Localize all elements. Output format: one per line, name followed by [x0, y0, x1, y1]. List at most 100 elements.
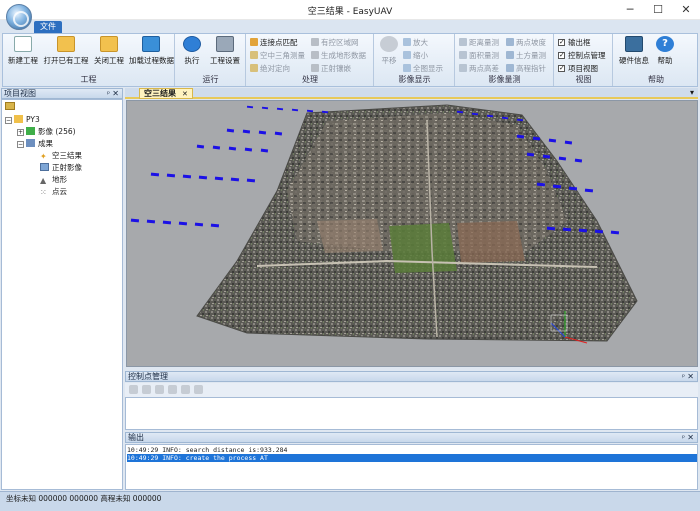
close-icon[interactable]: ✕ — [112, 89, 119, 99]
gcp-manager-header: 控制点管理 ᵖ ✕ — [125, 371, 698, 382]
import-icon[interactable] — [168, 385, 177, 394]
close-project-button[interactable]: 关闭工程 — [93, 36, 125, 70]
new-project-button[interactable]: 新建工程 — [7, 36, 39, 70]
image-set-icon — [26, 127, 35, 135]
status-bar: 坐标未知 000000 000000 高程未知 000000 — [0, 491, 700, 511]
area-icon — [459, 51, 467, 59]
chevron-down-icon[interactable]: ▾ — [690, 88, 694, 97]
slope-measure-button[interactable]: 两点坡度 — [506, 37, 546, 48]
aerial-triangulation-button[interactable]: 空中三角测量 — [250, 50, 305, 61]
output-title: 输出 — [128, 433, 144, 442]
close-icon[interactable]: ✕ — [687, 433, 694, 443]
pin-icon[interactable]: ᵖ — [682, 433, 685, 443]
export-icon[interactable] — [181, 385, 190, 394]
output-log[interactable]: 10:49:29 INFO: search distance is:933.28… — [125, 444, 698, 490]
refresh-icon[interactable] — [194, 385, 203, 394]
help-icon: ? — [656, 36, 674, 52]
distance-measure-button[interactable]: 距离量测 — [459, 37, 499, 48]
app-menu-orb-icon[interactable] — [6, 4, 32, 30]
volume-measure-button[interactable]: 土方量测 — [506, 50, 546, 61]
open-project-button[interactable]: 打开已有工程 — [43, 36, 89, 70]
zoom-out-button[interactable]: 缩小 — [403, 50, 428, 61]
full-extent-button[interactable]: 全图显示 — [403, 63, 443, 74]
point-cloud-icon: ⁙ — [40, 188, 47, 197]
gcp-toolbar — [125, 383, 698, 397]
log-line: 10:49:29 INFO: search distance is:933.28… — [127, 446, 288, 454]
volume-icon — [506, 51, 514, 59]
edit-point-icon[interactable] — [155, 385, 164, 394]
title-bar: 空三结果 - EasyUAV ─ ☐ ✕ — [0, 0, 700, 20]
pin-icon[interactable]: ᵖ — [682, 372, 685, 382]
execute-button[interactable]: 执行 — [180, 36, 204, 70]
generate-terrain-button[interactable]: 生成地形数据 — [311, 50, 366, 61]
tree-item-point-cloud[interactable]: ⁙ 点云 — [40, 186, 67, 197]
results-icon — [26, 139, 35, 147]
slope-icon — [506, 38, 514, 46]
triangle-icon — [250, 38, 258, 46]
settings-icon — [216, 36, 234, 52]
ribbon-group-view: 输出框 控制点管理 项目视图 视图 — [555, 34, 613, 86]
controlled-block-button[interactable]: 有控区域网 — [311, 37, 359, 48]
project-view-header: 项目视图 ᵖ ✕ — [1, 88, 123, 99]
output-header: 输出 ᵖ ✕ — [125, 432, 698, 443]
remove-point-icon[interactable] — [142, 385, 151, 394]
group-label-view: 视图 — [575, 75, 592, 84]
group-label-run: 运行 — [202, 75, 219, 84]
ribbon-group-process: 连接点匹配 空中三角测量 绝对定向 有控区域网 生成地形数据 正射镶嵌 处理 — [247, 34, 374, 86]
hand-icon — [380, 36, 398, 52]
absolute-orientation-button[interactable]: 绝对定向 — [250, 63, 290, 74]
elevation-pointer-button[interactable]: 高程指针 — [506, 63, 546, 74]
project-view-toggle[interactable]: 项目视图 — [558, 63, 598, 74]
project-view-title: 项目视图 — [4, 89, 36, 98]
3d-viewport[interactable] — [126, 100, 698, 367]
new-document-icon — [14, 36, 32, 52]
tab-at-result[interactable]: 空三结果 ✕ — [139, 88, 193, 99]
expand-icon[interactable]: + — [17, 129, 24, 136]
tie-point-matching-button[interactable]: 连接点匹配 — [250, 37, 298, 48]
load-process-data-button[interactable]: 加载过程数据 — [129, 36, 174, 70]
close-window-button[interactable]: ✕ — [672, 0, 700, 20]
gcp-manager-toggle[interactable]: 控制点管理 — [558, 50, 606, 61]
zoom-in-button[interactable]: 放大 — [403, 37, 428, 48]
triangle-icon — [311, 38, 319, 46]
checkbox-checked-icon — [558, 63, 565, 74]
tree-item-results[interactable]: − 成果 — [17, 138, 53, 149]
ruler-icon — [459, 38, 467, 46]
tree-item-terrain[interactable]: ▲ 地形 — [40, 174, 67, 185]
height-diff-button[interactable]: 两点高差 — [459, 63, 499, 74]
folder-toolbar-icon[interactable] — [5, 102, 15, 110]
pan-button[interactable]: 平移 — [378, 36, 400, 70]
bare-ground-area — [457, 221, 525, 263]
tree-item-root[interactable]: − PY3 — [5, 114, 40, 125]
ribbon-tab-row: 文件 — [0, 20, 700, 34]
bare-ground-area — [317, 219, 383, 253]
collapse-icon[interactable]: − — [5, 117, 12, 124]
tree-item-images[interactable]: + 影像 (256) — [17, 126, 76, 137]
ribbon-group-project: 新建工程 打开已有工程 关闭工程 加载过程数据 工程 — [3, 34, 175, 86]
window-title: 空三结果 - EasyUAV — [307, 7, 393, 17]
add-point-icon[interactable] — [129, 385, 138, 394]
output-window-toggle[interactable]: 输出框 — [558, 37, 591, 48]
tree-item-at-result[interactable]: ✦ 空三结果 — [40, 150, 82, 161]
project-settings-button[interactable]: 工程设置 — [207, 36, 243, 70]
minimize-button[interactable]: ─ — [616, 0, 644, 20]
ortho-mosaic-button[interactable]: 正射镶嵌 — [311, 63, 351, 74]
star-icon: ✦ — [40, 152, 47, 161]
close-tab-icon[interactable]: ✕ — [182, 90, 188, 98]
project-tree: − PY3 + 影像 (256) − 成果 ✦ 空三结果 正射影像 ▲ 地形 ⁙ 点云 — [1, 99, 123, 490]
close-icon[interactable]: ✕ — [687, 372, 694, 382]
pin-icon[interactable]: ᵖ — [107, 89, 110, 99]
gcp-table[interactable] — [125, 397, 698, 430]
maximize-button[interactable]: ☐ — [644, 0, 672, 20]
point-cloud-scene[interactable] — [127, 101, 698, 367]
help-button[interactable]: ? 帮助 — [654, 36, 676, 70]
zoom-in-icon — [403, 38, 411, 46]
gcp-manager-title: 控制点管理 — [128, 372, 168, 381]
mosaic-icon — [311, 64, 319, 72]
full-extent-icon — [403, 64, 411, 72]
hardware-info-button[interactable]: 硬件信息 — [617, 36, 651, 70]
area-measure-button[interactable]: 面积量测 — [459, 50, 499, 61]
tree-item-ortho[interactable]: 正射影像 — [40, 162, 82, 173]
ribbon-group-image-display: 平移 放大 缩小 全图显示 影像显示 — [375, 34, 455, 86]
collapse-icon[interactable]: − — [17, 141, 24, 148]
